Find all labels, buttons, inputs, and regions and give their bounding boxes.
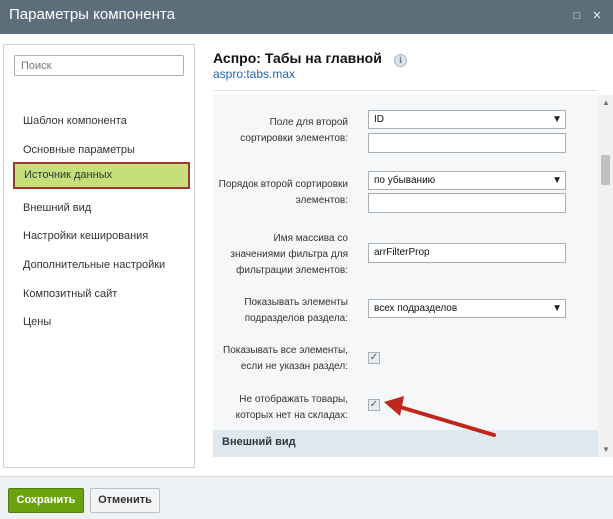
save-button[interactable]: Сохранить bbox=[8, 488, 84, 513]
dropdown-arrow-icon: ▼ bbox=[552, 175, 562, 186]
section-title: Внешний вид bbox=[222, 436, 296, 448]
sort2-field-label: Поле для второй сортировки элементов: bbox=[240, 117, 348, 144]
include-subsections-label: Показывать элементы подразделов раздела: bbox=[244, 297, 348, 324]
sidebar: Шаблон компонента Основные параметры Ист… bbox=[3, 44, 195, 468]
scroll-up-icon[interactable]: ▲ bbox=[602, 98, 610, 107]
window-title: Параметры компонента bbox=[9, 6, 175, 23]
sidebar-item-data-source[interactable]: Источник данных bbox=[13, 162, 190, 189]
filter-name-input[interactable]: arrFilterProp bbox=[368, 243, 566, 263]
dropdown-arrow-icon: ▼ bbox=[552, 303, 562, 314]
sort2-order-label: Порядок второй сортировки элементов: bbox=[218, 179, 348, 206]
show-all-checkbox[interactable]: ✓ bbox=[368, 352, 380, 364]
params-panel: Поле для второй сортировки элементов: ID ▼… bbox=[213, 95, 598, 457]
hide-not-available-label: Не отображать товары, которых нет на скла… bbox=[235, 394, 348, 421]
sidebar-item-main-params[interactable]: Основные параметры bbox=[23, 144, 135, 156]
header-divider bbox=[213, 90, 598, 91]
show-all-label: Показывать все элементы, если не указан р… bbox=[223, 345, 348, 372]
sort2-field-select[interactable]: ID ▼ bbox=[368, 110, 566, 129]
sidebar-item-additional[interactable]: Дополнительные настройки bbox=[23, 259, 165, 271]
sidebar-item-cache[interactable]: Настройки кеширования bbox=[23, 230, 148, 242]
window-titlebar: Параметры компонента □ ✕ bbox=[0, 0, 613, 34]
maximize-icon[interactable]: □ bbox=[571, 10, 583, 22]
sort2-order-select[interactable]: по убыванию ▼ bbox=[368, 171, 566, 190]
scrollbar-thumb[interactable] bbox=[601, 155, 610, 185]
filter-name-label: Имя массива со значениями фильтра для филь… bbox=[230, 233, 348, 276]
sidebar-item-appearance[interactable]: Внешний вид bbox=[23, 202, 91, 214]
sidebar-item-prices[interactable]: Цены bbox=[23, 316, 51, 328]
scroll-down-icon[interactable]: ▼ bbox=[602, 445, 610, 454]
sort2-order-custom-input[interactable] bbox=[368, 193, 566, 213]
sort2-field-custom-input[interactable] bbox=[368, 133, 566, 153]
component-title: Аспро: Табы на главной bbox=[213, 50, 382, 66]
dialog-footer: Сохранить Отменить bbox=[0, 476, 613, 519]
sidebar-item-composite[interactable]: Композитный сайт bbox=[23, 288, 117, 300]
section-header-appearance[interactable]: Внешний вид bbox=[213, 430, 598, 457]
search-input[interactable] bbox=[15, 56, 183, 75]
component-code: aspro:tabs.max bbox=[213, 67, 296, 81]
cancel-button[interactable]: Отменить bbox=[90, 488, 160, 513]
component-header: Аспро: Табы на главной aspro:tabs.max bbox=[213, 50, 382, 81]
params-scrollbar[interactable]: ▲ ▼ bbox=[598, 95, 613, 457]
close-icon[interactable]: ✕ bbox=[591, 10, 603, 22]
info-icon[interactable]: i bbox=[394, 54, 407, 67]
sidebar-item-template[interactable]: Шаблон компонента bbox=[23, 115, 127, 127]
dropdown-arrow-icon: ▼ bbox=[552, 114, 562, 125]
search-field[interactable] bbox=[14, 55, 184, 76]
hide-not-available-checkbox[interactable]: ✓ bbox=[368, 399, 380, 411]
include-subsections-select[interactable]: всех подразделов ▼ bbox=[368, 299, 566, 318]
